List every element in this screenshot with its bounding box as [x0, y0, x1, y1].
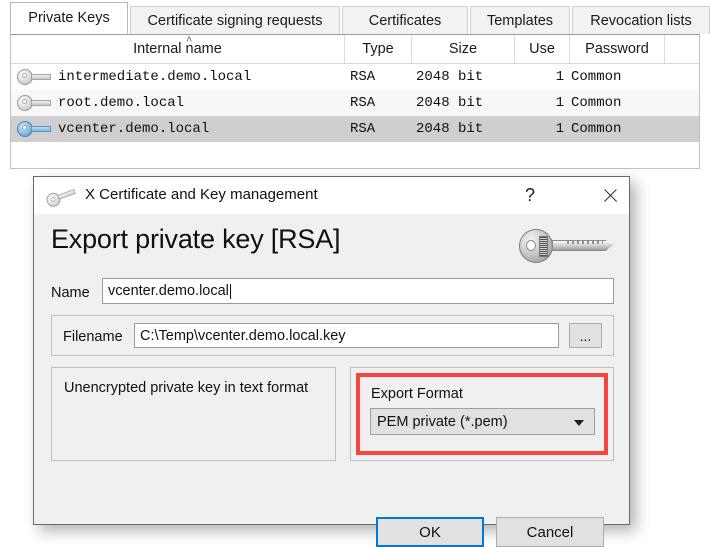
export-format-value: PEM private (*.pem) — [377, 414, 508, 430]
cell-type: RSA — [350, 64, 410, 90]
key-icon — [17, 95, 51, 111]
column-header-size[interactable]: Size — [412, 35, 515, 63]
filename-input[interactable]: C:\Temp\vcenter.demo.local.key — [134, 323, 559, 348]
browse-button[interactable]: ... — [569, 323, 602, 348]
dialog-title: X Certificate and Key management — [85, 186, 318, 203]
cancel-button[interactable]: Cancel — [496, 517, 604, 547]
cell-password: Common — [571, 64, 666, 90]
name-label: Name — [51, 285, 90, 301]
cell-use: 1 — [511, 64, 564, 90]
column-header-spacer — [665, 35, 699, 63]
tab-label: Certificates — [369, 13, 442, 29]
key-icon — [45, 185, 78, 208]
cell-size: 2048 bit — [416, 64, 511, 90]
tab-label: Certificate signing requests — [148, 13, 323, 29]
key-icon — [17, 69, 51, 85]
private-keys-table[interactable]: ˄ Internal name Type Size Use Password i… — [10, 34, 700, 169]
export-private-key-dialog: X Certificate and Key management ? Expor… — [33, 176, 630, 525]
tab-label: Private Keys — [28, 10, 109, 26]
filename-input-value: C:\Temp\vcenter.demo.local.key — [140, 328, 346, 344]
close-icon[interactable] — [592, 177, 628, 214]
help-button[interactable]: ? — [512, 177, 548, 214]
cell-internal-name: vcenter.demo.local — [58, 116, 348, 142]
tab-strip: Private Keys Certificate signing request… — [0, 0, 710, 34]
text-caret — [230, 284, 231, 299]
key-icon-large — [519, 229, 613, 263]
cell-password: Common — [571, 90, 666, 116]
tab-revocation-lists[interactable]: Revocation lists — [572, 6, 710, 34]
name-input[interactable]: vcenter.demo.local — [102, 278, 614, 304]
tab-label: Revocation lists — [590, 13, 692, 29]
format-description-text: Unencrypted private key in text format — [64, 380, 308, 396]
cell-size: 2048 bit — [416, 116, 511, 142]
cell-password: Common — [571, 116, 666, 142]
export-format-label: Export Format — [371, 386, 463, 402]
table-row-selected[interactable]: vcenter.demo.local RSA 2048 bit 1 Common — [11, 116, 699, 142]
page-title: Export private key [RSA] — [51, 224, 340, 255]
ok-button[interactable]: OK — [376, 517, 484, 547]
dialog-body: Export private key [RSA] Name vcenter.de… — [34, 214, 629, 524]
cell-type: RSA — [350, 90, 410, 116]
table-row[interactable]: root.demo.local RSA 2048 bit 1 Common — [11, 90, 699, 116]
chevron-down-icon — [574, 420, 584, 426]
cell-internal-name: root.demo.local — [58, 90, 348, 116]
table-header-row: ˄ Internal name Type Size Use Password — [11, 35, 699, 64]
cell-use: 1 — [511, 116, 564, 142]
cell-size: 2048 bit — [416, 90, 511, 116]
tab-label: Templates — [487, 13, 553, 29]
format-description-panel: Unencrypted private key in text format — [51, 367, 336, 461]
dialog-title-bar[interactable]: X Certificate and Key management ? — [34, 177, 629, 214]
column-header-internal-name[interactable]: Internal name — [11, 35, 345, 63]
column-header-password[interactable]: Password — [570, 35, 665, 63]
filename-label: Filename — [63, 329, 123, 345]
tab-certificate-signing-requests[interactable]: Certificate signing requests — [130, 6, 340, 34]
column-header-type[interactable]: Type — [345, 35, 412, 63]
tab-templates[interactable]: Templates — [470, 6, 570, 34]
key-icon — [17, 121, 51, 137]
table-row[interactable]: intermediate.demo.local RSA 2048 bit 1 C… — [11, 64, 699, 90]
export-format-select[interactable]: PEM private (*.pem) — [370, 408, 595, 435]
cell-type: RSA — [350, 116, 410, 142]
tab-private-keys[interactable]: Private Keys — [10, 2, 128, 34]
cell-internal-name: intermediate.demo.local — [58, 64, 348, 90]
tab-certificates[interactable]: Certificates — [342, 6, 468, 34]
column-header-use[interactable]: Use — [515, 35, 570, 63]
cell-use: 1 — [511, 90, 564, 116]
name-input-value: vcenter.demo.local — [108, 283, 229, 299]
